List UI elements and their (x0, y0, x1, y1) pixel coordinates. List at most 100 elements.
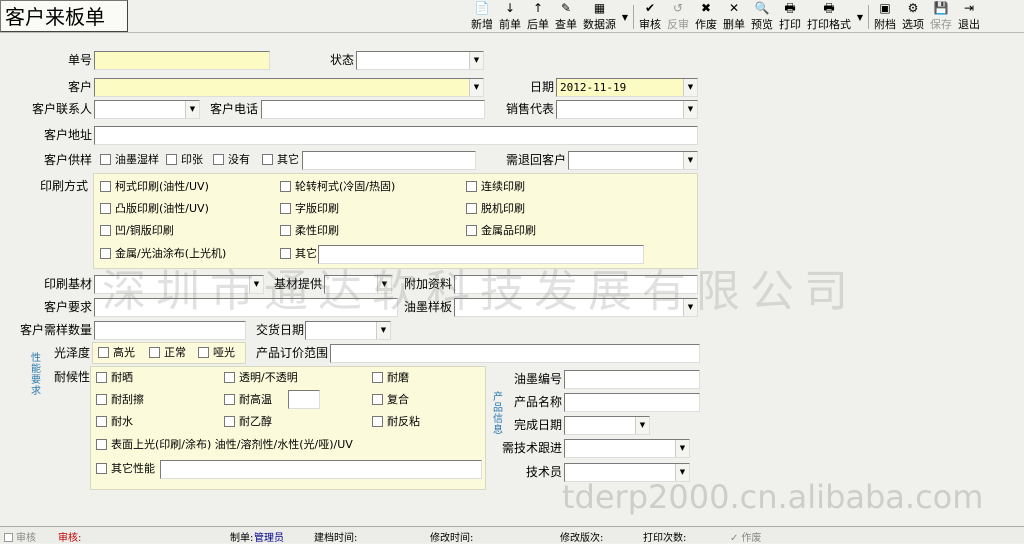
checkbox[interactable] (100, 225, 111, 236)
print-method-opt-1[interactable]: 轮转柯式(冷固/热固) (280, 179, 395, 195)
checkbox[interactable] (100, 248, 111, 259)
tech-follow-select[interactable]: ▼ (564, 439, 690, 458)
print-method-opt-0[interactable]: 柯式印刷(油性/UV) (100, 179, 209, 195)
sales-rep-select[interactable]: ▼ (556, 100, 698, 119)
weather-opt-2[interactable]: 耐磨 (372, 370, 409, 386)
return-customer-select[interactable]: ▼ (568, 151, 698, 170)
address-input[interactable] (94, 126, 698, 145)
weather-opt-7[interactable]: 耐乙醇 (224, 414, 272, 430)
checkbox[interactable] (4, 533, 13, 542)
gloss-opt-1[interactable]: 正常 (149, 345, 186, 361)
chevron-down-icon[interactable]: ▼ (683, 152, 697, 169)
checkbox[interactable] (280, 248, 291, 259)
print-method-opt-9[interactable]: 金属/光油涂布(上光机) (100, 246, 226, 262)
print-method-opt-7[interactable]: 柔性印刷 (280, 223, 339, 239)
weather-opt-5[interactable]: 复合 (372, 392, 409, 408)
checkbox[interactable] (96, 394, 107, 405)
weather-opt-10[interactable]: 其它性能 (96, 461, 155, 477)
checkbox[interactable] (149, 347, 160, 358)
checkbox[interactable] (198, 347, 209, 358)
checkbox[interactable] (372, 416, 383, 427)
product-name-input[interactable] (564, 393, 700, 412)
weather-opt-3[interactable]: 耐刮擦 (96, 392, 144, 408)
print-method-opt-6[interactable]: 凹/铜版印刷 (100, 223, 174, 239)
checkbox[interactable] (224, 372, 235, 383)
checkbox[interactable] (213, 154, 224, 165)
checkbox[interactable] (96, 372, 107, 383)
sample-supply-opt-0[interactable]: 油墨湿样 (100, 152, 159, 168)
sample-supply-opt-3[interactable]: 其它 (262, 152, 299, 168)
delete-button[interactable]: ✕ 删单 (720, 2, 748, 32)
chevron-down-icon[interactable]: ▼ (683, 299, 697, 316)
checkbox[interactable] (280, 225, 291, 236)
attachment-button[interactable]: ▣ 附档 (871, 2, 899, 32)
weather-opt-6[interactable]: 耐水 (96, 414, 133, 430)
sample-qty-input[interactable] (94, 321, 246, 340)
save-button[interactable]: 💾 保存 (927, 2, 955, 32)
weather-opt-4[interactable]: 耐高温 (224, 392, 272, 408)
finish-date-picker[interactable]: ▼ (564, 416, 650, 435)
sample-supply-opt-2[interactable]: 没有 (213, 152, 250, 168)
lookup-button[interactable]: ✎ 查单 (552, 2, 580, 32)
chevron-down-icon[interactable]: ▼ (619, 2, 631, 32)
print-button[interactable]: 🖶 打印 (776, 2, 804, 32)
phone-input[interactable] (261, 100, 485, 119)
heat-resistance-input[interactable] (288, 390, 320, 409)
ink-sample-select[interactable]: ▼ (454, 298, 698, 317)
print-method-opt-4[interactable]: 字版印刷 (280, 201, 339, 217)
checkbox[interactable] (96, 416, 107, 427)
checkbox[interactable] (262, 154, 273, 165)
weather-opt-0[interactable]: 耐晒 (96, 370, 133, 386)
checkbox[interactable] (466, 203, 477, 214)
sample-supply-other-input[interactable] (302, 151, 476, 170)
gloss-opt-2[interactable]: 哑光 (198, 345, 235, 361)
chevron-down-icon[interactable]: ▼ (376, 322, 390, 339)
date-picker[interactable]: 2012-11-19 ▼ (556, 78, 698, 97)
unapprove-button[interactable]: ↺ 反审 (664, 2, 692, 32)
checkbox[interactable] (224, 394, 235, 405)
gloss-opt-0[interactable]: 高光 (98, 345, 135, 361)
checkbox[interactable]: ✓ (730, 533, 738, 544)
print-method-opt-3[interactable]: 凸版印刷(油性/UV) (100, 201, 209, 217)
checkbox[interactable] (466, 225, 477, 236)
checkbox[interactable] (100, 154, 111, 165)
add-button[interactable]: 📄 新增 (468, 2, 496, 32)
sample-supply-opt-1[interactable]: 印张 (166, 152, 203, 168)
other-performance-input[interactable] (160, 460, 482, 479)
preview-button[interactable]: 🔍 预览 (748, 2, 776, 32)
customer-select[interactable]: ▼ (94, 78, 484, 97)
extra-info-input[interactable] (454, 275, 698, 294)
checkbox[interactable] (224, 416, 235, 427)
chevron-down-icon[interactable]: ▼ (683, 79, 697, 96)
order-no-input[interactable] (94, 51, 270, 70)
chevron-down-icon[interactable]: ▼ (675, 440, 689, 457)
checkbox[interactable] (96, 463, 107, 474)
chevron-down-icon[interactable]: ▼ (469, 52, 483, 69)
chevron-down-icon[interactable]: ▼ (683, 101, 697, 118)
checkbox[interactable] (466, 181, 477, 192)
status-select[interactable]: ▼ (356, 51, 484, 70)
substrate-supply-select[interactable]: ▼ (324, 275, 392, 294)
print-method-opt-5[interactable]: 脱机印刷 (466, 201, 525, 217)
void-status-checkbox[interactable]: ✓ 作废 (730, 529, 761, 544)
print-format-button[interactable]: 🖶 打印格式 (804, 2, 854, 32)
checkbox[interactable] (372, 394, 383, 405)
checkbox[interactable] (372, 372, 383, 383)
chevron-down-icon[interactable]: ▼ (675, 464, 689, 481)
checkbox[interactable] (166, 154, 177, 165)
chevron-down-icon[interactable]: ▼ (185, 101, 199, 118)
chevron-down-icon[interactable]: ▼ (854, 2, 866, 32)
checkbox[interactable] (280, 203, 291, 214)
weather-opt-1[interactable]: 透明/不透明 (224, 370, 298, 386)
checkbox[interactable] (98, 347, 109, 358)
approve-status-checkbox[interactable]: 审核 (4, 529, 36, 544)
datasource-button[interactable]: ▦ 数据源 (580, 2, 619, 32)
chevron-down-icon[interactable]: ▼ (377, 276, 391, 293)
next-button[interactable]: ↑ 后单 (524, 2, 552, 32)
chevron-down-icon[interactable]: ▼ (635, 417, 649, 434)
substrate-select[interactable]: ▼ (94, 275, 264, 294)
chevron-down-icon[interactable]: ▼ (469, 79, 483, 96)
chevron-down-icon[interactable]: ▼ (249, 276, 263, 293)
ink-no-input[interactable] (564, 370, 700, 389)
print-method-opt-8[interactable]: 金属品印刷 (466, 223, 536, 239)
